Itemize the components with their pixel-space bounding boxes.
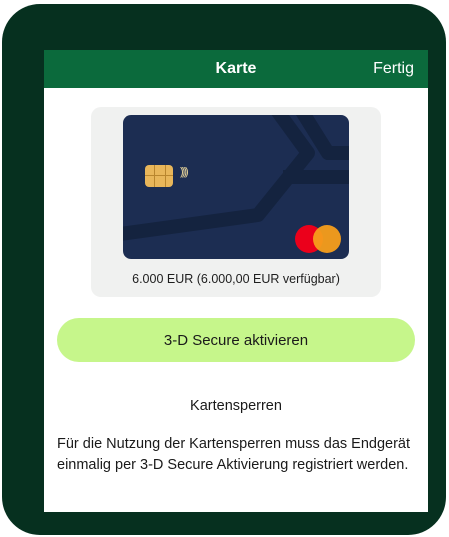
- credit-card-image: )))): [123, 115, 349, 259]
- mastercard-logo-circle: [313, 225, 341, 253]
- card-preview-panel: )))) 6.000 EUR (6.000,00 EUR verfügbar): [91, 107, 381, 297]
- device-frame: Karte Fertig )))) 6.000 EUR (6.000,00 EU…: [2, 4, 446, 535]
- activate-3d-secure-button[interactable]: 3-D Secure aktivieren: [57, 318, 415, 362]
- card-lock-description: Für die Nutzung der Kartensperren muss d…: [57, 436, 411, 473]
- card-limit-text: 6.000 EUR (6.000,00 EUR verfügbar): [132, 272, 340, 286]
- card-chip-icon: [145, 165, 173, 187]
- screen: Karte Fertig )))) 6.000 EUR (6.000,00 EU…: [44, 50, 428, 512]
- card-lock-heading: Kartensperren: [190, 398, 282, 414]
- page-title: Karte: [215, 60, 257, 77]
- done-button[interactable]: Fertig: [373, 60, 414, 78]
- contactless-icon: )))): [180, 166, 189, 178]
- navigation-bar: Karte Fertig: [44, 50, 428, 88]
